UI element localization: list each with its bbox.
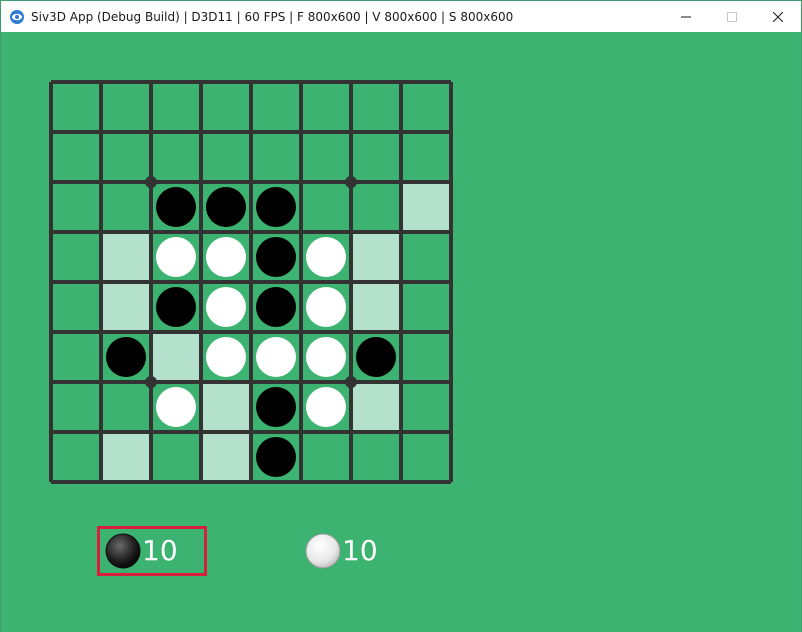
board-cell[interactable]: [51, 432, 101, 482]
black-stone-icon: [105, 533, 141, 569]
black-stone: [156, 187, 196, 227]
board-cell[interactable]: [101, 382, 151, 432]
legal-move-cell[interactable]: [101, 282, 151, 332]
black-stone: [256, 237, 296, 277]
black-stone: [156, 287, 196, 327]
white-score: 10: [304, 532, 378, 570]
black-score-value: 10: [142, 534, 178, 567]
board-cell[interactable]: [51, 82, 101, 132]
star-point: [345, 176, 357, 188]
black-stone: [256, 287, 296, 327]
white-stone: [206, 337, 246, 377]
board-cell[interactable]: [401, 332, 451, 382]
board-cell[interactable]: [101, 82, 151, 132]
board-cell[interactable]: [151, 132, 201, 182]
board-cell[interactable]: [251, 132, 301, 182]
board-cell[interactable]: [251, 82, 301, 132]
board-cell[interactable]: [201, 82, 251, 132]
board-cell[interactable]: [301, 132, 351, 182]
board-cell[interactable]: [351, 132, 401, 182]
board-cell[interactable]: [51, 282, 101, 332]
white-stone-icon: [305, 533, 341, 569]
legal-move-cell[interactable]: [351, 282, 401, 332]
board-cell[interactable]: [401, 382, 451, 432]
legal-move-cell[interactable]: [101, 432, 151, 482]
star-point: [145, 176, 157, 188]
app-window: Siv3D App (Debug Build) | D3D11 | 60 FPS…: [0, 0, 802, 632]
board-cell[interactable]: [51, 232, 101, 282]
white-stone: [206, 287, 246, 327]
board-cell[interactable]: [51, 382, 101, 432]
board-cell[interactable]: [351, 182, 401, 232]
close-button[interactable]: [755, 1, 801, 32]
legal-move-cell[interactable]: [351, 232, 401, 282]
black-stone: [256, 437, 296, 477]
board-cell[interactable]: [351, 82, 401, 132]
board-cell[interactable]: [151, 432, 201, 482]
maximize-button[interactable]: [709, 1, 755, 32]
star-point: [345, 376, 357, 388]
black-stone: [256, 387, 296, 427]
window-title: Siv3D App (Debug Build) | D3D11 | 60 FPS…: [31, 9, 514, 24]
black-stone: [206, 187, 246, 227]
white-stone: [306, 237, 346, 277]
game-canvas[interactable]: 10 10: [1, 32, 801, 632]
black-stone: [106, 337, 146, 377]
white-stone: [306, 287, 346, 327]
board-cell[interactable]: [151, 82, 201, 132]
board-cell[interactable]: [301, 182, 351, 232]
legal-move-cell[interactable]: [401, 182, 451, 232]
board-cell[interactable]: [301, 82, 351, 132]
legal-move-cell[interactable]: [351, 382, 401, 432]
white-stone: [306, 387, 346, 427]
legal-move-cell[interactable]: [201, 382, 251, 432]
white-stone: [256, 337, 296, 377]
maximize-icon: [727, 11, 737, 22]
board-cell[interactable]: [101, 132, 151, 182]
board-cell[interactable]: [401, 232, 451, 282]
legal-move-cell[interactable]: [101, 232, 151, 282]
board-cell[interactable]: [401, 432, 451, 482]
board-cell[interactable]: [51, 132, 101, 182]
board-cell[interactable]: [351, 432, 401, 482]
white-score-value: 10: [342, 534, 378, 567]
close-icon: [773, 11, 783, 22]
white-stone: [156, 237, 196, 277]
board-cell[interactable]: [201, 132, 251, 182]
board-cell[interactable]: [51, 182, 101, 232]
board-cell[interactable]: [301, 432, 351, 482]
white-stone: [156, 387, 196, 427]
minimize-button[interactable]: [663, 1, 709, 32]
white-stone: [306, 337, 346, 377]
board-cell[interactable]: [51, 332, 101, 382]
board-cell[interactable]: [401, 82, 451, 132]
board-cell[interactable]: [401, 282, 451, 332]
window-controls: [663, 1, 801, 32]
siv3d-icon: [9, 9, 25, 25]
white-stone: [206, 237, 246, 277]
legal-move-cell[interactable]: [151, 332, 201, 382]
star-point: [145, 376, 157, 388]
black-stone: [356, 337, 396, 377]
board-cell[interactable]: [101, 182, 151, 232]
legal-move-cell[interactable]: [201, 432, 251, 482]
black-score: 10: [97, 526, 207, 576]
board-cell[interactable]: [401, 132, 451, 182]
title-bar[interactable]: Siv3D App (Debug Build) | D3D11 | 60 FPS…: [1, 1, 801, 32]
minimize-icon: [681, 16, 691, 17]
black-stone: [256, 187, 296, 227]
